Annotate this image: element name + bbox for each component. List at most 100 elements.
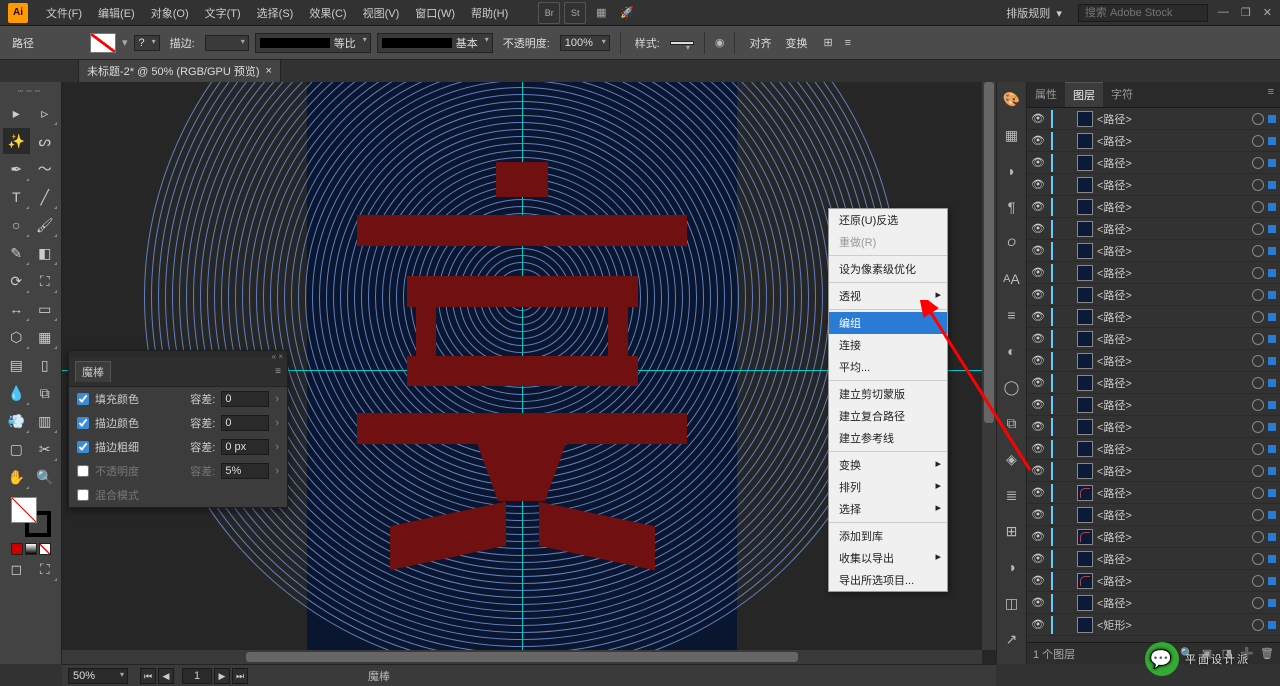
expand-icon[interactable]: › [275,393,279,405]
layer-row[interactable]: 👁 <路径> [1027,108,1280,130]
prev-artboard-btn[interactable]: ◀ [158,668,174,684]
align-panel-icon[interactable]: ≣ [1001,484,1023,506]
rotate-tool[interactable]: ⟳ [3,268,30,294]
close-icon[interactable]: × [266,65,272,77]
window-close-icon[interactable]: ✕ [1263,6,1272,19]
opacity-field[interactable]: 100% [560,35,610,51]
target-icon[interactable] [1252,113,1264,125]
none-mode-btn[interactable] [39,543,51,555]
draw-mode-normal[interactable]: ◻ [3,556,30,582]
visibility-toggle-icon[interactable]: 👁 [1031,398,1045,412]
visibility-toggle-icon[interactable]: 👁 [1031,266,1045,280]
gradient-tool[interactable]: ▯ [32,352,59,378]
menu-effect[interactable]: 效果(C) [301,5,354,21]
visibility-toggle-icon[interactable]: 👁 [1031,508,1045,522]
visibility-toggle-icon[interactable]: 👁 [1031,596,1045,610]
graphic-styles-panel-icon[interactable]: ◫ [1001,592,1023,614]
layer-row[interactable]: 👁 <路径> [1027,460,1280,482]
wand-checkbox[interactable] [77,465,89,477]
search-input[interactable] [1078,4,1208,22]
target-icon[interactable] [1252,399,1264,411]
visibility-toggle-icon[interactable]: 👁 [1031,332,1045,346]
width-tool[interactable]: ↔ [3,296,30,322]
selection-tool[interactable]: ▸ [3,100,30,126]
layer-row[interactable]: 👁 <路径> [1027,394,1280,416]
visibility-toggle-icon[interactable]: 👁 [1031,618,1045,632]
panel-menu-icon[interactable]: ≡ [275,366,281,377]
target-icon[interactable] [1252,135,1264,147]
visibility-toggle-icon[interactable]: 👁 [1031,222,1045,236]
target-icon[interactable] [1252,553,1264,565]
workspace-switcher[interactable]: 排版规则 ▾ [998,5,1070,21]
visibility-toggle-icon[interactable]: 👁 [1031,156,1045,170]
window-restore-icon[interactable]: ❐ [1241,6,1251,19]
layer-row[interactable]: 👁 <路径> [1027,328,1280,350]
layer-row[interactable]: 👁 <路径> [1027,350,1280,372]
gradient-mode-btn[interactable] [25,543,37,555]
expand-icon[interactable]: › [275,417,279,429]
pathfinder-panel-icon[interactable]: ⧉ [1001,412,1023,434]
brush-definition[interactable]: 基本 [377,33,493,53]
visibility-toggle-icon[interactable]: 👁 [1031,200,1045,214]
curvature-tool[interactable]: ～ [32,156,59,182]
first-artboard-btn[interactable]: ⏮ [140,668,156,684]
target-icon[interactable] [1252,487,1264,499]
symbols-panel-icon[interactable]: ◈ [1001,448,1023,470]
layer-row[interactable]: 👁 <路径> [1027,240,1280,262]
next-artboard-btn[interactable]: ▶ [214,668,230,684]
transparency-panel-icon[interactable]: ◯ [1001,376,1023,398]
context-menu-item[interactable]: 编组 [829,312,947,334]
wand-checkbox[interactable] [77,393,89,405]
target-icon[interactable] [1252,355,1264,367]
asset-export-panel-icon[interactable]: ↗ [1001,628,1023,650]
layer-row[interactable]: 👁 <路径> [1027,262,1280,284]
target-icon[interactable] [1252,157,1264,169]
zoom-tool[interactable]: 🔍 [32,464,59,490]
expand-icon[interactable]: › [275,465,279,477]
layer-row[interactable]: 👁 <路径> [1027,438,1280,460]
zoom-field[interactable]: 50% [68,668,128,684]
layer-row[interactable]: 👁 <路径> [1027,482,1280,504]
stroke-weight[interactable] [205,35,249,51]
pen-tool[interactable]: ✒ [3,156,30,182]
last-artboard-btn[interactable]: ⏭ [232,668,248,684]
visibility-toggle-icon[interactable]: 👁 [1031,420,1045,434]
opentype-panel-icon[interactable]: O [1001,232,1023,254]
shaper-tool[interactable]: ✎ [3,240,30,266]
brushes-panel-icon[interactable]: ◗ [1001,160,1023,182]
menu-window[interactable]: 窗口(W) [407,5,463,21]
target-icon[interactable] [1252,333,1264,345]
shape-builder-tool[interactable]: ⬡ [3,324,30,350]
graph-tool[interactable]: ▥ [32,408,59,434]
screen-mode-tool[interactable]: ⛶ [32,556,59,582]
target-icon[interactable] [1252,531,1264,543]
recolor-icon[interactable]: ◉ [715,36,725,49]
ellipse-tool[interactable]: ○ [3,212,30,238]
swatches-panel-icon[interactable]: ▦ [1001,124,1023,146]
target-icon[interactable] [1252,267,1264,279]
wand-tolerance-value[interactable]: 0 [221,415,269,431]
lasso-tool[interactable]: ᔕ [32,128,59,154]
context-menu-item[interactable]: 建立参考线 [829,427,947,449]
eyedropper-tool[interactable]: 💧 [3,380,30,406]
layer-row[interactable]: 👁 <路径> [1027,174,1280,196]
panel-menu-icon[interactable]: ≡ [1262,82,1280,107]
line-tool[interactable]: ╱ [32,184,59,210]
context-menu-item[interactable]: 添加到库 [829,525,947,547]
new-sublayer-icon[interactable]: ◨ [1220,647,1234,660]
layer-row[interactable]: 👁 <路径> [1027,130,1280,152]
document-tab[interactable]: 未标题-2* @ 50% (RGB/GPU 预览) × [78,59,281,82]
layer-row[interactable]: 👁 <路径> [1027,372,1280,394]
target-icon[interactable] [1252,311,1264,323]
free-transform-tool[interactable]: ▭ [32,296,59,322]
layer-row[interactable]: 👁 <路径> [1027,592,1280,614]
symbol-sprayer-tool[interactable]: 💨 [3,408,30,434]
slice-tool[interactable]: ✂ [32,436,59,462]
target-icon[interactable] [1252,223,1264,235]
stock-icon[interactable]: St [564,2,586,24]
artboard-number[interactable]: 1 [182,668,212,684]
target-icon[interactable] [1252,201,1264,213]
visibility-toggle-icon[interactable]: 👁 [1031,244,1045,258]
expand-icon[interactable]: › [275,441,279,453]
type-tool[interactable]: T [3,184,30,210]
